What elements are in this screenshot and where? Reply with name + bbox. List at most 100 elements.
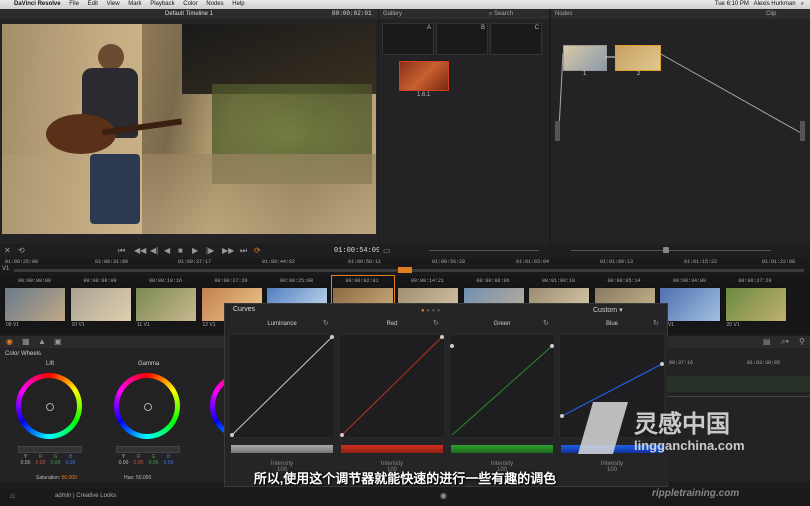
luminance-curve[interactable] (229, 334, 335, 438)
nodes-panel: Nodes Clip 1 2 (551, 9, 810, 257)
gamma-label: Gamma (138, 361, 160, 367)
loop-playback-icon[interactable]: ⟳ (254, 246, 261, 255)
clip-label: 10 V1 (71, 322, 85, 328)
skip-back-icon[interactable]: ⏮ (118, 246, 125, 256)
node-zoom-slider[interactable] (663, 247, 669, 253)
rewind-icon[interactable]: ◀◀ (134, 246, 146, 255)
primaries-tab-icon[interactable]: ▦ (22, 337, 30, 346)
clip-image (4, 287, 66, 322)
clip-thumbnail[interactable]: 00:00:34:0019 V1 (659, 276, 721, 332)
timeline-ruler[interactable]: V1 01:00:25:00 01:00:31:09 01:00:37:17 0… (0, 258, 810, 276)
gallery-still[interactable] (399, 61, 449, 91)
zoom-icon[interactable]: ⌕▾ (781, 337, 789, 347)
gamma-wheel[interactable] (114, 373, 180, 439)
ruler-tc-5: 01:00:56:20 (432, 259, 466, 265)
ruler-tc-7: 01:01:09:13 (600, 259, 634, 265)
play-icon[interactable]: ▶ (192, 246, 198, 255)
green-curve[interactable] (449, 334, 555, 438)
transport-bar: ✕ ⟲ ⏮ ◀◀ ◀| ◀ ■ ▶ |▶ ▶▶ ⏭ ⟳ 01:00:54:09 (0, 244, 380, 258)
timeline-name[interactable]: Default Timeline 1 (165, 9, 213, 19)
viewer-timecode: 00:00:02:01 (332, 10, 372, 17)
ruler-tc-4: 01:00:50:11 (348, 259, 382, 265)
gallery-search[interactable]: ⌕ Search (489, 9, 513, 19)
green-label: Green (493, 321, 511, 327)
stop-icon[interactable]: ■ (178, 246, 183, 255)
rgb-mixer-tab-icon[interactable]: ▲ (38, 337, 46, 346)
skip-forward-icon[interactable]: ⏭ (240, 246, 247, 256)
menu-color[interactable]: Color (183, 1, 197, 7)
tools-icon[interactable]: ⚲ (799, 337, 805, 346)
luminance-reset-icon[interactable]: ↻ (323, 319, 329, 327)
gallery-panel: Gallery ⌕ Search A B C 1.6.1 (379, 9, 549, 257)
playhead[interactable] (398, 267, 412, 273)
nodes-footer (551, 244, 810, 258)
fast-forward-icon[interactable]: ▶▶ (222, 246, 234, 255)
gallery-slot-c[interactable]: C (490, 23, 542, 55)
lift-wheel[interactable] (16, 373, 82, 439)
menu-view[interactable]: View (107, 1, 120, 7)
menubar-status: Tue 6:10 PM Alexis Hurkman ⌕ (715, 0, 804, 9)
lift-master-slider[interactable] (18, 446, 82, 453)
layout-icon[interactable]: ▤ (763, 337, 771, 346)
lift-label: Lift (46, 361, 55, 367)
clip-thumbnail[interactable]: 00:00:08:00 10 V1 (69, 276, 132, 332)
gamma-values: Y 0.00R 0.00G 0.00B 0.00 (118, 454, 174, 466)
clip-image (135, 287, 197, 322)
menu-mark[interactable]: Mark (128, 1, 141, 7)
red-reset-icon[interactable]: ↻ (433, 319, 439, 327)
menu-bar: DaVinci Resolve File Edit View Mark Play… (0, 0, 810, 9)
green-intensity-bar[interactable] (451, 445, 553, 453)
green-reset-icon[interactable]: ↻ (543, 319, 549, 327)
clip-timecode: 00:00:27:20 (214, 278, 248, 284)
color-wheels-panel: ◉ ▦ ▲ ▣ Color Wheels Lift Gamma Y 0.00R 0.… (0, 336, 224, 482)
viewer-header: Default Timeline 1 00:00:02:01 (0, 9, 378, 19)
app-name[interactable]: DaVinci Resolve (14, 1, 61, 7)
clip-thumbnail[interactable]: 00:00:27:20 20 V1 (724, 276, 787, 332)
clip-label: 09 V1 (6, 322, 20, 328)
clip-image (659, 287, 721, 322)
gamma-master-slider[interactable] (116, 446, 180, 453)
gallery-slot-a[interactable]: A (382, 23, 434, 55)
clip-image (69, 287, 132, 322)
menu-playback[interactable]: Playback (150, 1, 174, 7)
menu-help[interactable]: Help (232, 1, 244, 7)
menu-file[interactable]: File (69, 1, 79, 7)
loop-icon[interactable]: ⟲ (18, 246, 25, 255)
red-curve[interactable] (339, 334, 445, 438)
home-icon[interactable]: ⌂ (10, 491, 15, 500)
clip-label: 11 V1 (137, 322, 150, 328)
color-wheels-tab-icon[interactable]: ◉ (6, 337, 13, 346)
clip-thumbnail[interactable]: 00:00:00:00 09 V1 (4, 276, 66, 332)
gain-wheel-partial[interactable] (210, 373, 224, 439)
curves-mode-select[interactable]: Custom ▾ (593, 306, 623, 314)
blue-reset-icon[interactable]: ↻ (653, 319, 659, 327)
reverse-play-icon[interactable]: ◀ (164, 246, 170, 255)
red-intensity-bar[interactable] (341, 445, 443, 453)
color-wheels-title: Color Wheels (5, 351, 42, 357)
user-name[interactable]: Alexis Hurkman (754, 1, 796, 7)
node-input-handle[interactable] (555, 121, 560, 141)
ruler-tc-1: 01:00:31:09 (95, 259, 129, 265)
gallery-slot-b[interactable]: B (436, 23, 488, 55)
node-output-handle[interactable] (800, 121, 805, 141)
ruler-tc-0: 01:00:25:00 (5, 259, 39, 265)
project-name: admin | Creative Looks (55, 493, 117, 499)
search-icon[interactable]: ⌕ (801, 1, 804, 7)
gallery-footer: ▭ (379, 244, 549, 258)
step-back-icon[interactable]: ◀| (150, 246, 158, 255)
clip-timecode: 00:00:10:16 (149, 278, 183, 284)
clip-timecode: 00:01:09:18 (542, 278, 576, 284)
palette-tabs: ◉ ▦ ▲ ▣ (0, 336, 224, 348)
page-color-icon[interactable]: ◉ (440, 491, 447, 500)
clip-thumbnail[interactable]: 00:00:10:16 11 V1 (135, 276, 197, 332)
curves-page-dots[interactable]: ● ● ● ● (421, 308, 441, 314)
ruler-tc-3: 01:00:44:02 (262, 259, 296, 265)
menu-nodes[interactable]: Nodes (206, 1, 223, 7)
shuffle-icon[interactable]: ✕ (4, 246, 11, 255)
menu-edit[interactable]: Edit (88, 1, 98, 7)
step-forward-icon[interactable]: |▶ (206, 246, 214, 255)
gallery-view-icon[interactable]: ▭ (383, 246, 391, 255)
motion-tab-icon[interactable]: ▣ (54, 337, 62, 346)
luminance-intensity-bar[interactable] (231, 445, 333, 453)
lift-values: Y 0.00R 0.00G 0.00B 0.00 (20, 454, 76, 466)
